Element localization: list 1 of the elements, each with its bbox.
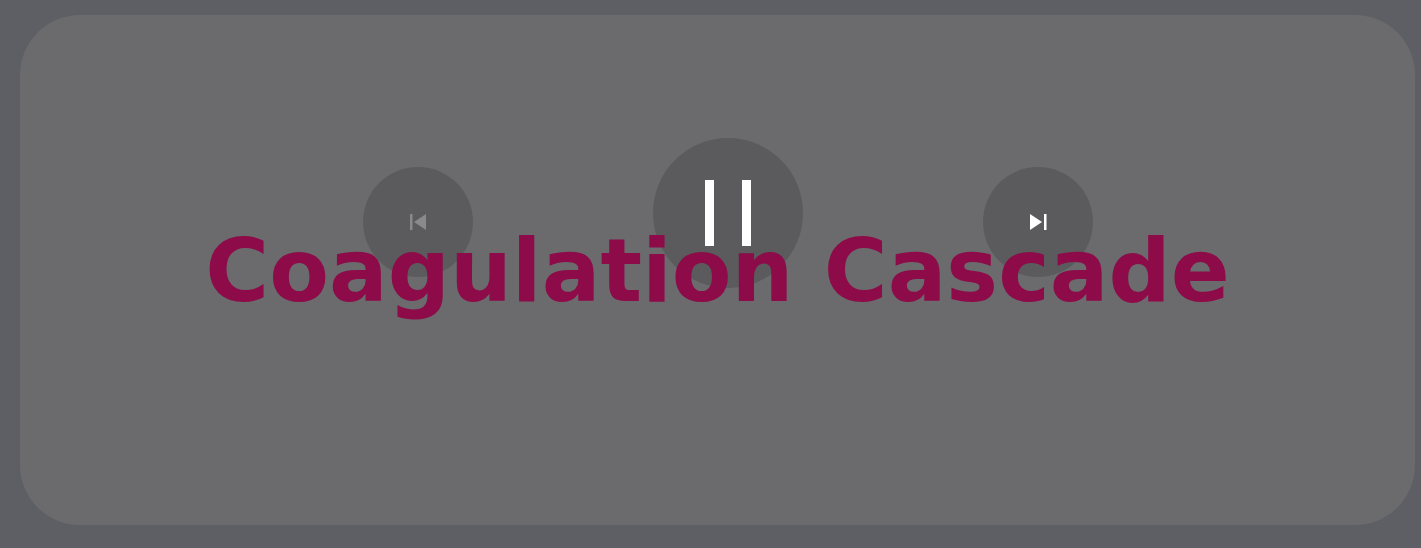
slide-title: Coagulation Cascade: [205, 226, 1230, 318]
